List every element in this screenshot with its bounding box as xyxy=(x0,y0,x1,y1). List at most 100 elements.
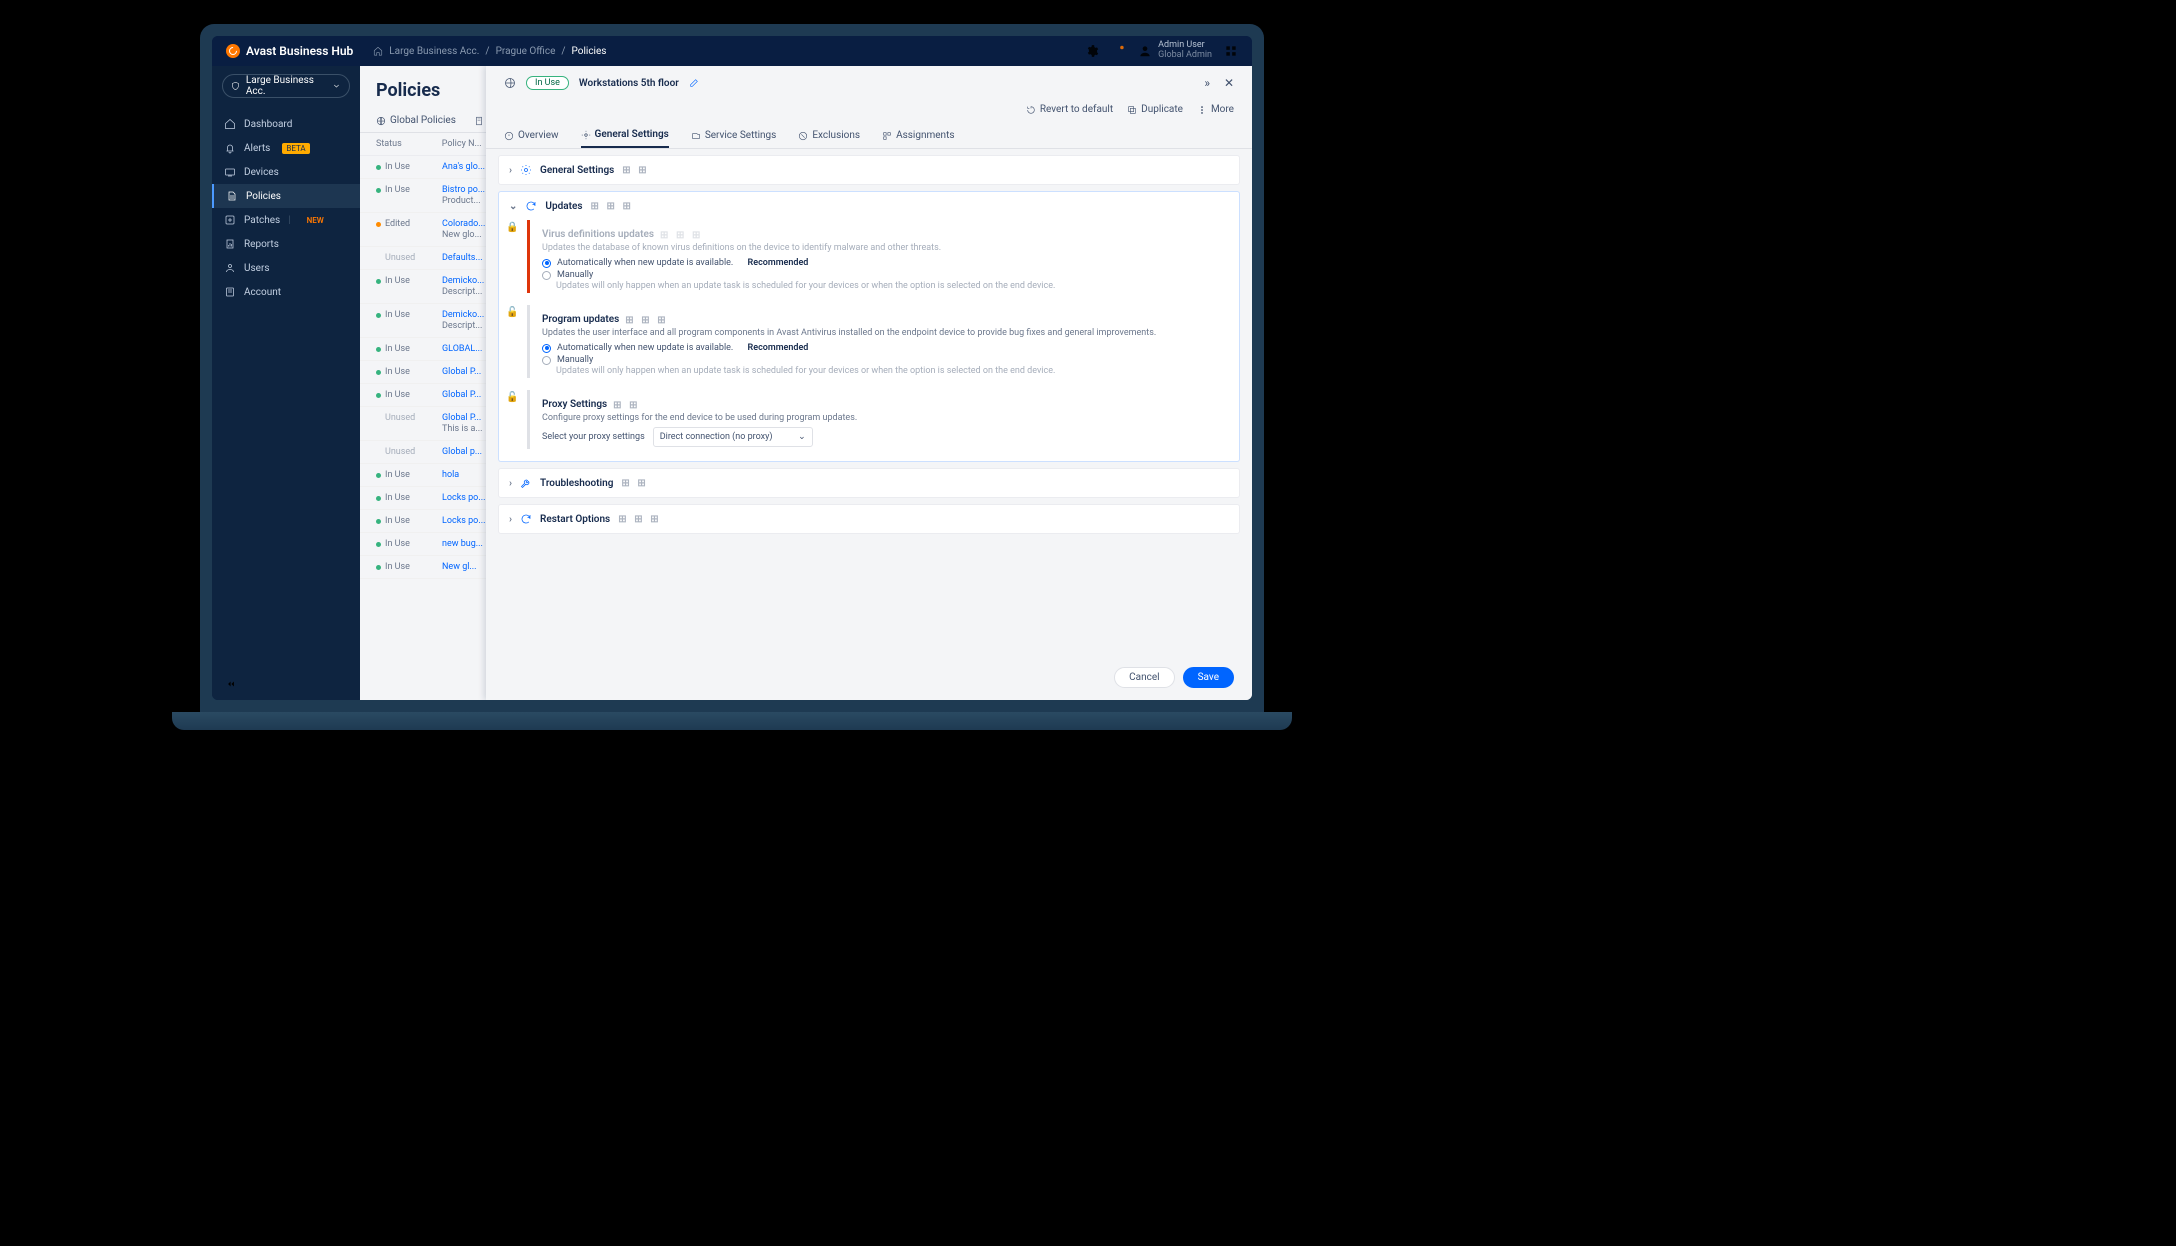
status-dot xyxy=(376,542,381,547)
sidebar-item-policies[interactable]: Policies xyxy=(212,184,360,208)
status-text: In Use xyxy=(385,516,410,526)
help-icon[interactable] xyxy=(1112,44,1126,58)
sidebar-item-patches[interactable]: Patches| NEW xyxy=(212,208,360,232)
tab-icon xyxy=(504,131,514,141)
close-drawer-icon[interactable]: ✕ xyxy=(1224,76,1234,90)
sidebar-item-account[interactable]: Account xyxy=(212,280,360,304)
section-title: Updates xyxy=(545,201,582,212)
building-icon xyxy=(474,116,484,126)
section-updates[interactable]: ⌄ Updates ⊞⊞⊞ xyxy=(499,192,1239,220)
policy-link[interactable]: hola xyxy=(442,470,459,480)
nav-icon xyxy=(224,142,236,154)
policy-link[interactable]: Locks po... xyxy=(442,516,485,526)
sidebar-item-dashboard[interactable]: Dashboard xyxy=(212,112,360,136)
policy-link[interactable]: Global P... xyxy=(442,367,481,377)
policy-link[interactable]: Defaults... xyxy=(442,253,483,263)
lock-icon[interactable]: 🔒 xyxy=(506,222,518,233)
expand-drawer-icon[interactable]: » xyxy=(1204,76,1210,90)
tab-label: Service Settings xyxy=(705,130,777,141)
nav-icon xyxy=(224,286,236,298)
crumb-1[interactable]: Prague Office xyxy=(496,46,556,57)
sidebar-item-devices[interactable]: Devices xyxy=(212,160,360,184)
tab-global-policies[interactable]: Global Policies xyxy=(376,109,456,132)
status-text: Edited xyxy=(385,219,410,229)
section-troubleshooting[interactable]: › Troubleshooting ⊞⊞ xyxy=(499,469,1239,497)
drawer-tab-exclusions[interactable]: Exclusions xyxy=(798,123,860,148)
proxy-select[interactable]: Direct connection (no proxy) ⌄ xyxy=(653,427,813,447)
proxy-value: Direct connection (no proxy) xyxy=(660,432,773,442)
shield-icon xyxy=(231,81,240,91)
user-menu[interactable]: Admin User Global Admin xyxy=(1138,41,1212,61)
status-dot xyxy=(376,347,381,352)
proxy-label: Select your proxy settings xyxy=(542,432,645,442)
revert-action[interactable]: Revert to default xyxy=(1026,104,1113,115)
policy-link[interactable]: New gl... xyxy=(442,562,477,572)
sub-desc: Configure proxy settings for the end dev… xyxy=(542,413,1223,423)
policy-link[interactable]: Demicko... xyxy=(442,310,484,320)
policy-link[interactable]: new bug... xyxy=(442,539,483,549)
policy-link[interactable]: Bistro po... xyxy=(442,185,485,195)
lock-icon[interactable]: 🔓 xyxy=(506,307,518,318)
policy-link[interactable]: Global p... xyxy=(442,447,482,457)
brand-text: Avast Business Hub xyxy=(246,44,353,58)
nav-label: Patches xyxy=(244,215,280,226)
status-dot xyxy=(376,165,381,170)
edit-icon[interactable] xyxy=(689,78,699,88)
apps-icon[interactable] xyxy=(1224,44,1238,58)
manual-hint: Updates will only happen when an update … xyxy=(556,366,1223,376)
radio-icon xyxy=(542,271,551,280)
drawer-tab-overview[interactable]: Overview xyxy=(504,123,559,148)
radio-icon xyxy=(542,259,551,268)
radio-icon xyxy=(542,356,551,365)
status-dot xyxy=(376,496,381,501)
more-action[interactable]: More xyxy=(1197,104,1234,115)
chevron-right-icon: › xyxy=(509,165,512,176)
account-switcher[interactable]: Large Business Acc. xyxy=(222,74,350,98)
status-text: In Use xyxy=(385,390,410,400)
policy-link[interactable]: Locks po... xyxy=(442,493,485,503)
status-dot xyxy=(376,519,381,524)
section-restart[interactable]: › Restart Options ⊞⊞⊞ xyxy=(499,505,1239,533)
cancel-button[interactable]: Cancel xyxy=(1114,667,1174,688)
drawer-tab-service-settings[interactable]: Service Settings xyxy=(691,123,777,148)
policy-link[interactable]: Global P... xyxy=(442,390,481,400)
status-dot xyxy=(376,313,381,318)
tab-other[interactable] xyxy=(474,109,484,132)
chevron-down-icon xyxy=(332,81,341,91)
drawer-tab-assignments[interactable]: Assignments xyxy=(882,123,954,148)
status-text: In Use xyxy=(385,539,410,549)
sidebar-item-users[interactable]: Users xyxy=(212,256,360,280)
nav-icon xyxy=(224,262,236,274)
nav-label: Alerts xyxy=(244,143,270,154)
policy-link[interactable]: Ana's glo... xyxy=(442,162,485,172)
radio-auto[interactable]: Automatically when new update is availab… xyxy=(542,342,1223,354)
status-pill: In Use xyxy=(526,76,569,90)
globe-icon xyxy=(376,116,386,126)
radio-auto: Automatically when new update is availab… xyxy=(542,257,1223,269)
policy-link[interactable]: Demicko... xyxy=(442,276,484,286)
brand-logo-icon xyxy=(226,44,240,58)
nav-icon xyxy=(224,166,236,178)
main-content: Policies Global Policies Status Policy N… xyxy=(360,66,1252,700)
policy-link[interactable]: Colorado... xyxy=(442,219,485,229)
sidebar-item-reports[interactable]: Reports xyxy=(212,232,360,256)
section-general-settings[interactable]: › General Settings ⊞⊞ xyxy=(499,156,1239,184)
policy-link[interactable]: GLOBAL... xyxy=(442,344,482,354)
gear-icon xyxy=(520,164,532,176)
tab-label: Assignments xyxy=(896,130,954,141)
duplicate-action[interactable]: Duplicate xyxy=(1127,104,1183,115)
topbar: Avast Business Hub Large Business Acc. /… xyxy=(212,36,1252,66)
sidebar-item-alerts[interactable]: AlertsBETA xyxy=(212,136,360,160)
gear-icon[interactable] xyxy=(1086,44,1100,58)
crumb-0[interactable]: Large Business Acc. xyxy=(389,46,479,57)
nav-label: Account xyxy=(244,287,281,298)
drawer-tab-general-settings[interactable]: General Settings xyxy=(581,123,669,148)
collapse-sidebar-icon[interactable] xyxy=(224,679,238,689)
status-dot xyxy=(376,188,381,193)
policy-link[interactable]: Global P... xyxy=(442,413,481,423)
status-dot xyxy=(376,279,381,284)
lock-icon[interactable]: 🔓 xyxy=(506,392,518,403)
radio-manual[interactable]: Manually xyxy=(542,354,1223,366)
tab-label: Exclusions xyxy=(812,130,860,141)
save-button[interactable]: Save xyxy=(1183,667,1234,688)
